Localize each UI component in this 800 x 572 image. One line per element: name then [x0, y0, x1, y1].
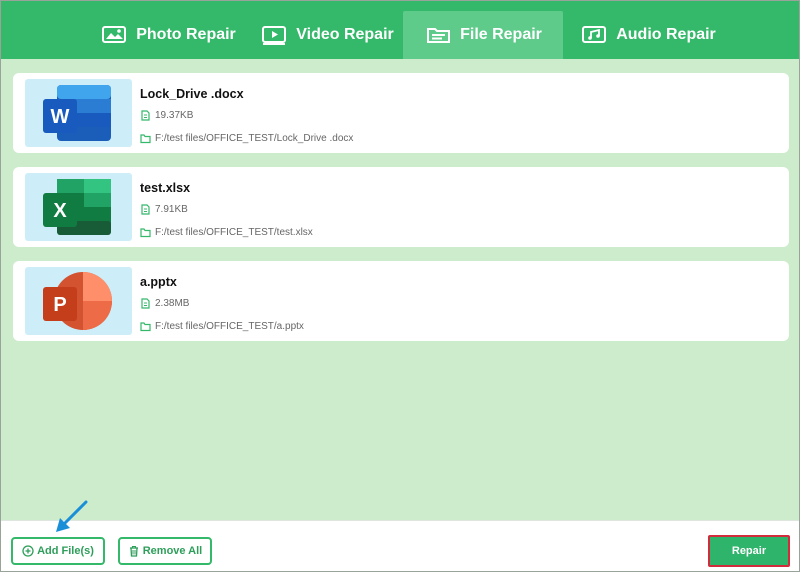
- photo-icon: [102, 26, 127, 43]
- folder-icon: [140, 228, 151, 238]
- file-name: Lock_Drive .docx: [140, 87, 244, 101]
- add-files-label: Add File(s): [37, 545, 94, 557]
- remove-all-button[interactable]: Remove All: [118, 537, 212, 565]
- folder-icon: [140, 134, 151, 144]
- add-files-button[interactable]: Add File(s): [11, 537, 105, 565]
- remove-all-label: Remove All: [142, 545, 203, 557]
- app-window: Photo Repair Video Repair File Repair Au…: [0, 0, 800, 572]
- file-size: 2.38MB: [155, 298, 190, 309]
- tab-label: File Repair: [460, 26, 542, 43]
- video-icon: [262, 26, 287, 45]
- tab-label: Audio Repair: [616, 26, 716, 43]
- svg-text:P: P: [53, 294, 66, 316]
- file-name: a.pptx: [140, 275, 177, 289]
- file-size-icon: [141, 204, 150, 215]
- bottom-toolbar: Add File(s) Remove All Repair: [1, 520, 799, 571]
- tab-audio-repair[interactable]: Audio Repair: [573, 11, 723, 59]
- pointer-arrow-icon: [56, 500, 88, 532]
- file-icon: [427, 28, 451, 43]
- file-path-row: F:/test files/OFFICE_TEST/Lock_Drive .do…: [140, 133, 353, 144]
- folder-icon: [140, 322, 151, 332]
- svg-text:X: X: [53, 200, 67, 222]
- file-thumbnail: W: [25, 79, 132, 147]
- file-path: F:/test files/OFFICE_TEST/a.pptx: [155, 321, 304, 332]
- file-path-row: F:/test files/OFFICE_TEST/test.xlsx: [140, 227, 313, 238]
- file-item[interactable]: W Lock_Drive .docx 19.37KB F:/test files…: [13, 73, 789, 153]
- file-thumbnail: P: [25, 267, 132, 335]
- file-item[interactable]: P a.pptx 2.38MB F:/test files/OFFICE_TES…: [13, 261, 789, 341]
- tab-photo-repair[interactable]: Photo Repair: [93, 11, 243, 59]
- excel-icon: X: [43, 179, 111, 235]
- tab-video-repair[interactable]: Video Repair: [253, 11, 401, 59]
- tab-label: Photo Repair: [136, 26, 236, 43]
- file-size-icon: [141, 298, 150, 309]
- tab-label: Video Repair: [296, 26, 394, 43]
- svg-text:W: W: [51, 106, 70, 128]
- repair-button[interactable]: Repair: [708, 535, 790, 567]
- powerpoint-icon: P: [43, 272, 112, 330]
- file-size: 19.37KB: [155, 110, 194, 121]
- file-size: 7.91KB: [155, 204, 188, 215]
- file-name: test.xlsx: [140, 181, 191, 195]
- file-size-row: 2.38MB: [140, 298, 189, 309]
- file-path: F:/test files/OFFICE_TEST/test.xlsx: [155, 227, 313, 238]
- file-path: F:/test files/OFFICE_TEST/Lock_Drive .do…: [155, 133, 354, 144]
- file-size-row: 19.37KB: [140, 110, 193, 121]
- tab-file-repair[interactable]: File Repair: [403, 11, 563, 59]
- file-path-row: F:/test files/OFFICE_TEST/a.pptx: [140, 321, 304, 332]
- file-size-row: 7.91KB: [140, 204, 188, 215]
- file-thumbnail: X: [25, 173, 132, 241]
- trash-icon: [129, 545, 138, 557]
- tab-bar: Photo Repair Video Repair File Repair Au…: [1, 1, 799, 59]
- plus-circle-icon: [22, 545, 34, 557]
- word-icon: W: [43, 85, 111, 141]
- audio-icon: [582, 26, 607, 43]
- file-size-icon: [141, 110, 150, 121]
- file-item[interactable]: X test.xlsx 7.91KB F:/test files/OFFICE_…: [13, 167, 789, 247]
